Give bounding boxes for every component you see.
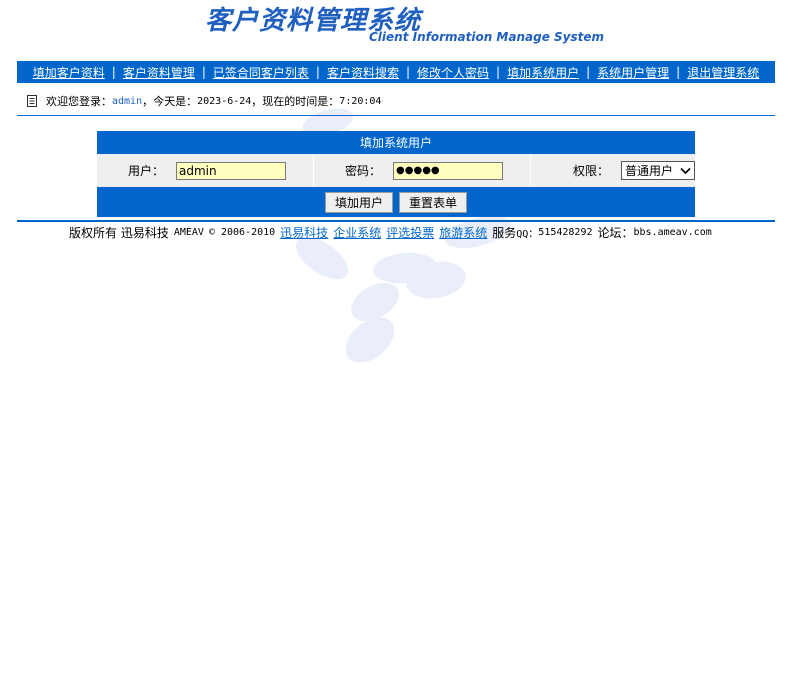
welcome-prefix: 欢迎您登录： [46,95,112,108]
welcome-username: admin [112,95,143,107]
qq-number: 515428292 [538,227,593,238]
nav-separator: | [496,65,501,79]
nav-client-search[interactable]: 客户资料搜索 [327,64,399,81]
forum-url: bbs.ameav.com [633,227,712,238]
nav-separator: | [111,65,116,79]
password-label: 密码： [345,164,382,178]
service-label: 服务 [492,226,517,240]
add-user-form: 填加系统用户 用户： admin 密码： ●●●●● 权限： 普通用户 填加用户… [97,131,695,217]
role-label: 权限： [573,164,610,178]
nav-client-manage[interactable]: 客户资料管理 [123,64,195,81]
nav-separator: | [201,65,206,79]
reset-form-button[interactable]: 重置表单 [399,191,468,213]
time-label: ，现在的时间是： [251,95,340,108]
divider-bottom [17,220,775,222]
footer-link-travel[interactable]: 旅游系统 [439,224,487,241]
username-input[interactable]: admin [176,161,287,180]
password-input[interactable]: ●●●●● [393,161,504,180]
page: 客户资料管理系统 Client Information Manage Syste… [0,0,797,678]
footer-link-xunyi[interactable]: 迅易科技 [280,224,328,241]
nav-user-manage[interactable]: 系统用户管理 [597,64,669,81]
role-select[interactable]: 普通用户 [621,161,695,180]
nav-separator: | [586,65,591,79]
forum-label: 论坛： [597,226,634,240]
current-time: 7:20:04 [339,95,382,107]
nav-separator: | [405,65,411,79]
welcome-bar: 欢迎您登录： admin ，今天是： 2023-6-24 ，现在的时间是： 7:… [27,93,381,109]
chevron-down-icon [680,167,691,174]
password-cell: 密码： ●●●●● [314,154,531,187]
footer-link-vote[interactable]: 评选投票 [386,224,434,241]
user-label: 用户： [128,164,165,178]
nav-add-client[interactable]: 填加客户资料 [33,64,105,81]
main-nav: 填加客户资料 | 客户资料管理 | 已签合同客户列表 | 客户资料搜索 | 修改… [17,61,775,83]
divider [17,115,775,116]
role-selected-value: 普通用户 [625,164,674,178]
nav-logout[interactable]: 退出管理系统 [687,64,759,81]
document-icon [27,95,37,107]
nav-signed-clients[interactable]: 已签合同客户列表 [213,64,309,81]
footer: 版权所有 迅易科技 AMEAV © 2006-2010 迅易科技 企业系统 评选… [69,224,712,241]
today-label: ，今天是： [142,95,198,108]
nav-change-password[interactable]: 修改个人密码 [417,64,489,81]
brand-text: AMEAV [173,227,204,238]
role-cell: 权限： 普通用户 [531,154,695,187]
user-cell: 用户： admin [97,154,314,187]
add-user-button[interactable]: 填加用户 [324,191,393,213]
app-subtitle: Client Information Manage System [369,30,605,44]
footer-link-enterprise[interactable]: 企业系统 [333,224,381,241]
nav-add-system-user[interactable]: 填加系统用户 [507,64,579,81]
copyright-text: 版权所有 迅易科技 [69,226,169,240]
form-actions: 填加用户 重置表单 [97,187,695,217]
copyright-years: © 2006-2010 [208,227,276,238]
nav-separator: | [676,65,681,79]
qq-label: QQ： [516,229,539,240]
current-date: 2023-6-24 [197,95,252,107]
form-fields-row: 用户： admin 密码： ●●●●● 权限： 普通用户 [97,154,695,187]
nav-separator: | [315,65,320,79]
form-title: 填加系统用户 [97,131,695,154]
